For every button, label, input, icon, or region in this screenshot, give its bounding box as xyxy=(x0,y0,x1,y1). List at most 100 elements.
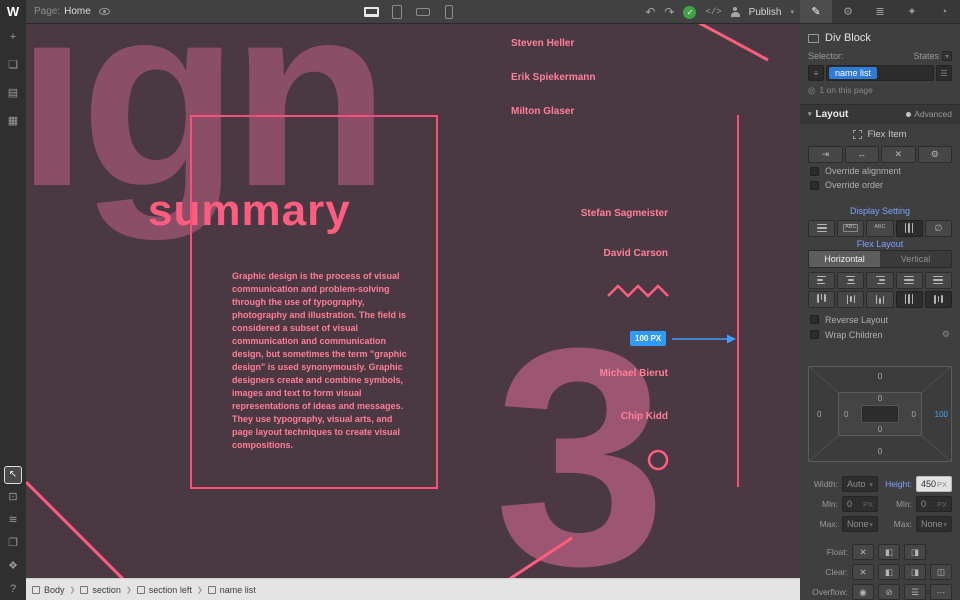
flex-layout-label[interactable]: Flex Layout xyxy=(800,238,960,250)
clear-right-button[interactable]: ◨ xyxy=(904,564,926,580)
breadcrumb-item-name-list[interactable]: name list xyxy=(208,585,256,595)
share-user-icon[interactable] xyxy=(731,7,740,17)
assets-icon[interactable]: ▦ xyxy=(0,116,26,127)
padding-left-value[interactable]: 0 xyxy=(844,410,848,419)
tab-style-manager[interactable]: ≣ xyxy=(864,0,896,23)
overflow-auto-button[interactable]: ⋯ xyxy=(930,584,952,600)
max-height-input[interactable]: None ▾ xyxy=(916,516,952,532)
device-phone-portrait-button[interactable] xyxy=(436,0,462,24)
margin-drag-badge[interactable]: 100 PX xyxy=(630,331,666,346)
breadcrumb-item-section[interactable]: section xyxy=(80,585,121,595)
flex-shrink-button[interactable]: ⇥ xyxy=(808,146,843,163)
reverse-layout-row[interactable]: Reverse Layout xyxy=(800,312,960,327)
select-tool-icon[interactable]: ↖ xyxy=(4,466,22,484)
display-block-button[interactable] xyxy=(808,220,835,237)
clear-none-button[interactable]: ✕ xyxy=(852,564,874,580)
selector-filter-icon[interactable]: ☰ xyxy=(936,65,952,81)
layout-section-header[interactable]: ▾ Layout Advanced xyxy=(800,104,960,124)
wrap-children-row[interactable]: Wrap Children ⚙ xyxy=(800,327,960,342)
export-code-icon[interactable]: </> xyxy=(705,7,721,17)
justify-end-button[interactable] xyxy=(866,272,893,289)
margin-left-value[interactable]: 0 xyxy=(817,410,821,419)
overflow-visible-button[interactable]: ◉ xyxy=(852,584,874,600)
overflow-hidden-button[interactable]: ⊘ xyxy=(878,584,900,600)
display-none-button[interactable]: ∅ xyxy=(925,220,952,237)
breadcrumb-item-section-left[interactable]: section left xyxy=(137,585,192,595)
display-flex-button[interactable] xyxy=(896,220,923,237)
justify-between-button[interactable] xyxy=(896,272,923,289)
margin-right-value[interactable]: 100 xyxy=(935,410,948,419)
guides-icon[interactable]: ≋ xyxy=(0,515,26,526)
class-tag[interactable]: name list xyxy=(829,67,877,79)
class-input[interactable]: name list xyxy=(826,65,934,81)
margin-top-value[interactable]: 0 xyxy=(808,372,952,381)
name-item[interactable]: David Carson xyxy=(604,248,668,259)
undo-icon[interactable]: ↶ xyxy=(645,6,655,18)
justify-around-button[interactable] xyxy=(925,272,952,289)
display-inline-button[interactable]: ABC xyxy=(866,220,893,237)
margin-bottom-value[interactable]: 0 xyxy=(808,447,952,456)
tab-settings[interactable]: ⚙ xyxy=(832,0,864,23)
symbols-icon[interactable]: ❐ xyxy=(0,538,26,549)
vertical-button[interactable]: Vertical xyxy=(880,251,951,267)
float-left-button[interactable]: ◧ xyxy=(878,544,900,560)
padding-right-value[interactable]: 0 xyxy=(912,410,916,419)
horizontal-button[interactable]: Horizontal xyxy=(809,251,880,267)
pages-icon[interactable]: ❏ xyxy=(0,60,26,71)
name-item[interactable]: Chip Kidd xyxy=(621,411,668,422)
overflow-scroll-button[interactable]: ☰ xyxy=(904,584,926,600)
width-input[interactable]: Auto ▾ xyxy=(842,476,878,492)
max-width-input[interactable]: None ▾ xyxy=(842,516,878,532)
components-icon[interactable]: ❖ xyxy=(0,561,26,572)
justify-start-button[interactable] xyxy=(808,272,835,289)
float-right-button[interactable]: ◨ xyxy=(904,544,926,560)
tab-style[interactable]: ✎ xyxy=(800,0,832,23)
states-dropdown[interactable]: States ▾ xyxy=(913,51,952,61)
device-phone-landscape-button[interactable] xyxy=(410,0,436,24)
display-setting-label[interactable]: Display Setting xyxy=(800,204,960,218)
add-elements-icon[interactable]: + xyxy=(0,32,26,43)
min-width-input[interactable]: 0 PX xyxy=(842,496,878,512)
flex-no-shrink-button[interactable]: ✕ xyxy=(881,146,916,163)
align-end-button[interactable] xyxy=(866,291,893,308)
display-inline-block-button[interactable]: ABC xyxy=(837,220,864,237)
page-selector[interactable]: Page: Home xyxy=(34,6,91,17)
redo-icon[interactable]: ↷ xyxy=(664,6,674,18)
justify-center-button[interactable] xyxy=(837,272,864,289)
flex-settings-gear-icon[interactable]: ⚙ xyxy=(918,146,953,163)
publish-button[interactable]: Publish xyxy=(749,7,782,18)
device-desktop-button[interactable] xyxy=(358,0,384,24)
clear-left-button[interactable]: ◧ xyxy=(878,564,900,580)
webflow-logo[interactable]: W xyxy=(0,0,26,24)
design-canvas[interactable]: ign 3 summary Graphic design is the proc… xyxy=(26,24,800,578)
padding-bottom-value[interactable]: 0 xyxy=(808,425,952,434)
help-icon[interactable]: ? xyxy=(0,584,26,595)
override-order-checkbox[interactable] xyxy=(810,181,819,190)
name-item[interactable]: Michael Bierut xyxy=(600,368,668,379)
publish-caret-icon[interactable]: ▾ xyxy=(790,8,794,16)
align-center-button[interactable] xyxy=(837,291,864,308)
edit-box-icon[interactable]: ⊡ xyxy=(0,492,26,503)
device-tablet-button[interactable] xyxy=(384,0,410,24)
wrap-settings-gear-icon[interactable]: ⚙ xyxy=(942,329,950,340)
min-height-input[interactable]: 0 PX xyxy=(916,496,952,512)
name-item[interactable]: Milton Glaser xyxy=(511,106,574,117)
override-alignment-row[interactable]: Override alignment xyxy=(800,164,960,178)
padding-top-value[interactable]: 0 xyxy=(808,394,952,403)
name-item[interactable]: Steven Heller xyxy=(511,38,574,49)
reverse-layout-checkbox[interactable] xyxy=(810,315,819,324)
preview-eye-icon[interactable] xyxy=(99,8,110,15)
name-item[interactable]: Stefan Sagmeister xyxy=(581,208,668,219)
override-alignment-checkbox[interactable] xyxy=(810,167,819,176)
tab-history[interactable]: ◔ xyxy=(928,0,960,23)
selector-menu-icon[interactable]: ≡ xyxy=(808,65,824,81)
float-none-button[interactable]: ✕ xyxy=(852,544,874,560)
align-start-button[interactable] xyxy=(808,291,835,308)
align-stretch-button[interactable] xyxy=(896,291,923,308)
name-item[interactable]: Erik Spiekermann xyxy=(511,72,595,83)
wrap-children-checkbox[interactable] xyxy=(810,330,819,339)
breadcrumb-item-body[interactable]: Body xyxy=(32,585,65,595)
clear-both-button[interactable]: ◫ xyxy=(930,564,952,580)
cms-collections-icon[interactable]: ▤ xyxy=(0,88,26,99)
flex-grow-button[interactable]: ↔ xyxy=(845,146,880,163)
